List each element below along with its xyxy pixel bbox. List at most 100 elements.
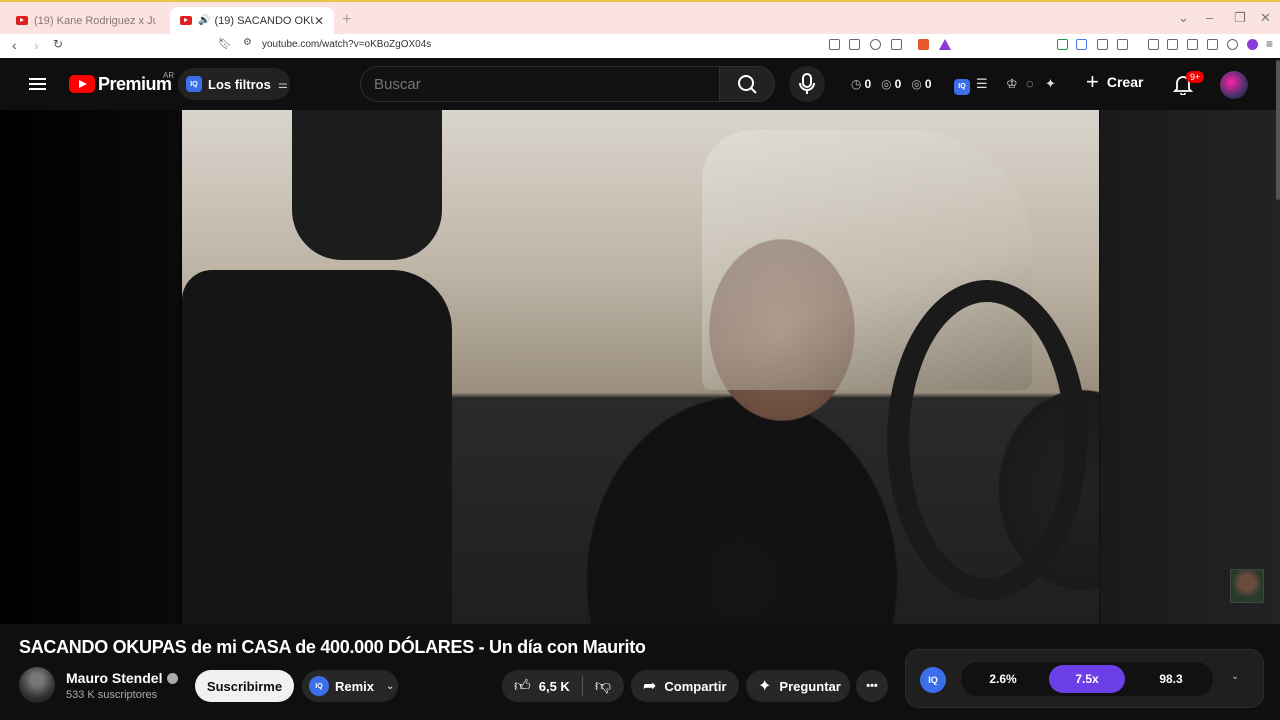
subscribe-button[interactable]: Suscribirme [195, 670, 294, 702]
youtube-favicon-icon [16, 16, 28, 25]
back-icon[interactable]: ‹ [12, 37, 17, 53]
youtube-header: Premium AR IQ Los filtros ⚌ ◷0 ◎0 ◎0 IQ … [0, 58, 1280, 110]
site-info-icon[interactable]: ⚙︎ [243, 37, 252, 48]
eye-icon: ◎ [911, 77, 922, 91]
page-scrollbar[interactable] [1276, 60, 1280, 200]
new-tab-icon[interactable]: + [342, 11, 351, 29]
account-avatar[interactable] [1220, 71, 1248, 99]
brave-shield-icon[interactable] [918, 39, 929, 50]
trophy-icon[interactable]: ♔ [1006, 76, 1018, 92]
remix-button[interactable]: IQ Remix ⌄ [302, 670, 398, 702]
youtube-favicon-icon [180, 16, 192, 25]
share-page-icon[interactable] [891, 39, 902, 50]
chevron-down-icon[interactable]: ⌄ [386, 681, 394, 692]
leo-icon[interactable] [1207, 39, 1218, 50]
channel-watermark[interactable] [1230, 569, 1264, 603]
stat-item[interactable]: ◎ 0 [911, 77, 931, 91]
profile-icon[interactable] [1247, 39, 1258, 50]
tab-label: (19) SACANDO OKUPAS de m... [214, 14, 313, 27]
vpn-icon[interactable] [1227, 39, 1238, 50]
metric-score[interactable]: 98.3 [1133, 665, 1209, 693]
extension-icon[interactable] [829, 39, 840, 50]
browser-tab-1[interactable]: (19) Kane Rodriguez x Juan Freer - P... [6, 7, 166, 34]
close-tab-icon[interactable]: ✕ [314, 14, 324, 28]
chevron-down-icon[interactable]: ⌄ [1231, 671, 1239, 682]
iq-icon[interactable]: IQ [954, 76, 976, 95]
search-button[interactable] [719, 66, 775, 102]
create-button[interactable]: + Crear [1086, 71, 1144, 93]
metric-multiplier[interactable]: 7.5x [1049, 665, 1125, 693]
browser-tab-2-active[interactable]: 🔊 (19) SACANDO OKUPAS de m... ✕ [170, 7, 334, 34]
like-dislike-group: 👍︎ 6,5 K 👎︎ [502, 670, 624, 702]
like-count[interactable]: 6,5 K [539, 679, 570, 694]
browser-tab-bar: (19) Kane Rodriguez x Juan Freer - P... … [0, 0, 1280, 34]
sidebar-icon[interactable] [1167, 39, 1178, 50]
brave-rewards-icon[interactable] [939, 39, 951, 50]
stat-item[interactable]: ◎ 0 [881, 77, 901, 91]
extensions-puzzle-icon[interactable] [1097, 39, 1108, 50]
divider [581, 676, 583, 696]
video-frame-seat [182, 270, 452, 624]
eye-icon: ◎ [881, 77, 892, 91]
verified-icon [167, 673, 179, 684]
minimize-icon[interactable]: – [1206, 10, 1213, 25]
screenshot-icon[interactable] [1117, 39, 1128, 50]
reload-icon[interactable]: ↻ [53, 37, 63, 51]
country-code: AR [163, 71, 175, 80]
filters-label: Los filtros [208, 76, 271, 92]
channel-name[interactable]: Mauro Stendel [66, 670, 179, 686]
tab-search-chevron-icon[interactable]: ⌄ [1178, 10, 1189, 26]
create-label: Crear [1106, 74, 1144, 90]
clock-icon: ◷ [851, 77, 862, 91]
filters-button[interactable]: IQ Los filtros ⚌ [178, 68, 290, 100]
bookmark-icon[interactable]: 🔖︎ [218, 37, 232, 50]
translate-icon[interactable] [1076, 39, 1087, 50]
url-field[interactable]: youtube.com/watch?v=oKBoZgOX04s [262, 39, 431, 50]
share-label: Compartir [664, 678, 727, 694]
hamburger-menu-icon[interactable] [29, 78, 46, 90]
sparkle-icon[interactable]: ✦ [1045, 76, 1056, 92]
share-button[interactable]: ➦ Compartir [631, 670, 739, 702]
wallet-icon[interactable] [1187, 39, 1198, 50]
iq-metrics-panel: IQ 2.6% 7.5x 98.3 ⌄ [905, 649, 1264, 708]
forward-icon[interactable]: › [34, 37, 39, 53]
tune-icon: ⚌ [277, 78, 288, 91]
extension-icon[interactable] [849, 39, 860, 50]
maximize-icon[interactable]: ❐ [1234, 10, 1246, 26]
stat-item[interactable]: ◷ 0 [851, 77, 871, 91]
sparkle-icon: ✦ [758, 678, 772, 695]
extension-stats: ◷ 0 ◎ 0 ◎ 0 [851, 77, 932, 91]
iq-icon[interactable]: IQ [920, 667, 946, 693]
microphone-icon [799, 73, 815, 94]
voice-search-button[interactable] [789, 66, 825, 102]
search-input[interactable] [360, 66, 720, 102]
like-icon[interactable]: 👍︎ [514, 677, 531, 696]
channel-avatar[interactable] [19, 667, 55, 703]
metrics-pill-group: 2.6% 7.5x 98.3 [961, 662, 1213, 696]
speaker-icon: 🔊 [198, 15, 211, 26]
chat-icon[interactable]: ◌ [1026, 76, 1034, 91]
screen: (19) Kane Rodriguez x Juan Freer - P... … [0, 0, 1280, 720]
browser-address-bar: ‹ › ↻ 🔖︎ ⚙︎ youtube.com/watch?v=oKBoZgOX… [0, 34, 1280, 58]
more-icon: ••• [866, 680, 878, 692]
tab-label: (19) Kane Rodriguez x Juan Freer - P... [34, 14, 156, 27]
list-icon[interactable]: ☰ [976, 76, 988, 92]
extension-icon[interactable] [1057, 39, 1068, 50]
search-icon [738, 75, 757, 94]
video-player[interactable] [182, 110, 1099, 624]
menu-icon[interactable]: ≡ [1266, 37, 1273, 51]
dislike-icon[interactable]: 👎︎ [595, 677, 611, 696]
share-icon: ➦ [643, 678, 657, 695]
brand-label[interactable]: Premium [98, 74, 172, 95]
media-icon[interactable] [1148, 39, 1159, 50]
metric-engagement[interactable]: 2.6% [965, 665, 1041, 693]
video-frame-headrest [292, 110, 442, 260]
more-actions-button[interactable]: ••• [856, 670, 888, 702]
remix-label: Remix [335, 678, 375, 694]
ask-button[interactable]: ✦ Preguntar [746, 670, 850, 702]
youtube-logo-icon[interactable] [69, 75, 95, 93]
zoom-icon[interactable] [870, 39, 881, 50]
ask-label: Preguntar [779, 678, 841, 694]
close-window-icon[interactable]: ✕ [1260, 10, 1271, 26]
iq-icon: IQ [309, 676, 329, 696]
